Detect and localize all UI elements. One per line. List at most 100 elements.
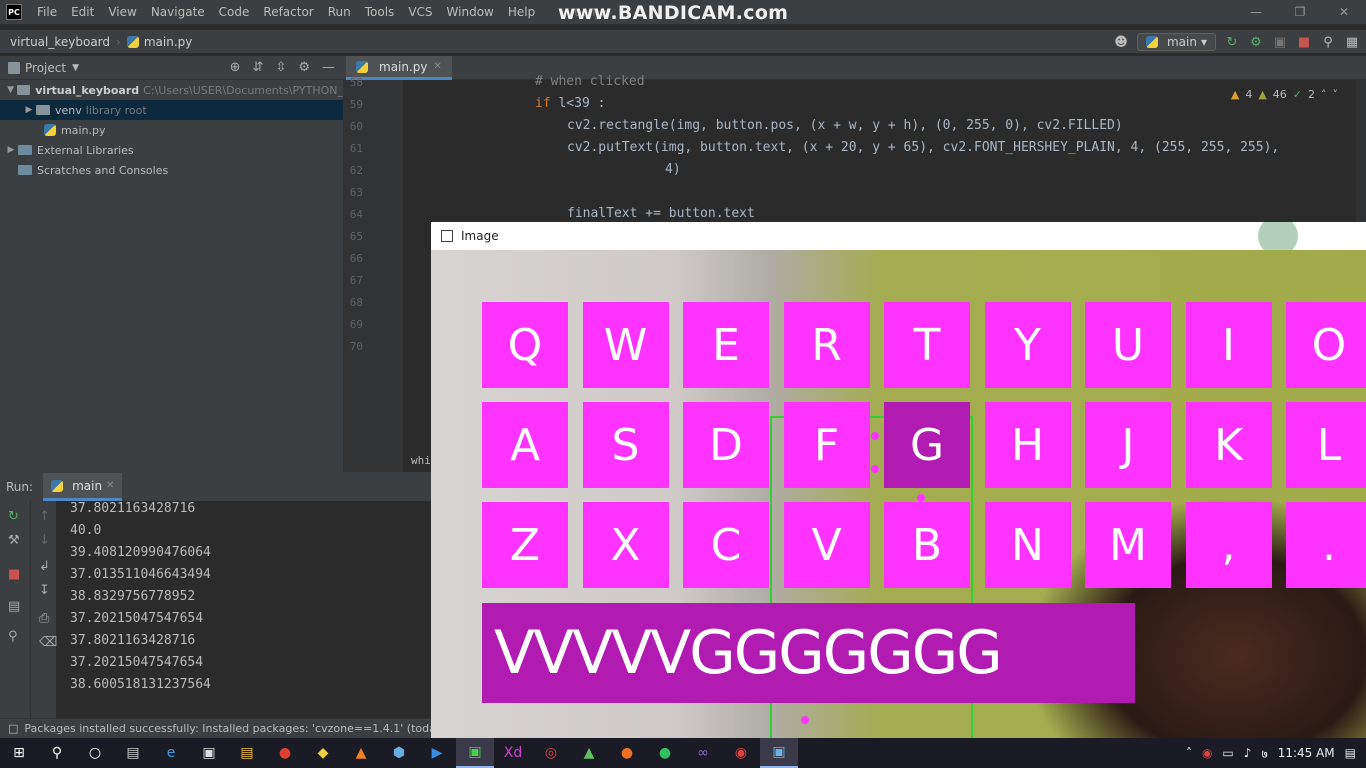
windows-start-icon[interactable]: ⊞: [0, 738, 38, 768]
wrench-icon[interactable]: ⚒: [8, 533, 20, 548]
close-icon[interactable]: ✕: [1322, 0, 1366, 24]
menu-tools[interactable]: Tools: [358, 5, 402, 19]
menu-run[interactable]: Run: [321, 5, 358, 19]
record-icon[interactable]: ◎: [532, 738, 570, 768]
visual-studio-icon[interactable]: ∞: [684, 738, 722, 768]
arrow-up-icon[interactable]: ↑: [39, 509, 50, 524]
key-w[interactable]: W: [582, 302, 669, 388]
coverage-icon[interactable]: ▣: [1272, 34, 1288, 50]
firefox-icon[interactable]: ●: [608, 738, 646, 768]
key-c[interactable]: C: [683, 502, 769, 588]
key-r[interactable]: R: [783, 302, 870, 388]
edge-icon[interactable]: e: [152, 738, 190, 768]
menu-window[interactable]: Window: [440, 5, 501, 19]
hide-icon[interactable]: —: [322, 60, 335, 75]
breadcrumb-file[interactable]: main.py: [144, 35, 199, 49]
file-explorer-icon[interactable]: ▤: [228, 738, 266, 768]
menu-code[interactable]: Code: [212, 5, 257, 19]
key-b[interactable]: B: [884, 502, 970, 588]
menu-file[interactable]: File: [30, 5, 64, 19]
key-n[interactable]: N: [984, 502, 1071, 588]
pin-icon[interactable]: ⚲: [8, 629, 18, 644]
tree-item-scratches[interactable]: Scratches and Consoles: [0, 160, 343, 180]
volume-icon[interactable]: ♪: [1244, 746, 1252, 760]
search-icon[interactable]: ⚲: [1320, 34, 1336, 50]
scroll-to-end-icon[interactable]: ↧: [39, 583, 50, 598]
key-a[interactable]: A: [482, 402, 568, 488]
run-config-select[interactable]: main ▾: [1136, 33, 1216, 51]
chevron-up-icon[interactable]: ˄: [1186, 746, 1192, 760]
android-studio-icon[interactable]: ▲: [570, 738, 608, 768]
restore-icon[interactable]: ❐: [1278, 0, 1322, 24]
tree-item-external-libraries[interactable]: ▶ External Libraries: [0, 140, 343, 160]
notification-icon[interactable]: ▤: [1345, 746, 1356, 760]
gear-icon[interactable]: ⚙: [298, 60, 310, 75]
key-y[interactable]: Y: [984, 302, 1071, 388]
task-view-icon[interactable]: ▤: [114, 738, 152, 768]
battery-icon[interactable]: ▭: [1222, 746, 1233, 760]
event-log-icon[interactable]: □: [8, 722, 18, 735]
project-panel-title[interactable]: Project: [25, 61, 66, 75]
chevron-up-icon[interactable]: ˄: [1321, 88, 1327, 101]
minimize-icon[interactable]: —: [1234, 0, 1278, 24]
key-period[interactable]: .: [1286, 502, 1366, 588]
key-f[interactable]: F: [783, 402, 870, 488]
close-tab-icon[interactable]: ✕: [434, 61, 442, 72]
key-h[interactable]: H: [984, 402, 1071, 488]
tree-item-main-py[interactable]: main.py: [0, 120, 343, 140]
xd-icon[interactable]: Xd: [494, 738, 532, 768]
locate-icon[interactable]: ⊕: [230, 60, 241, 75]
app-icon[interactable]: ◆: [304, 738, 342, 768]
close-tab-icon[interactable]: ✕: [106, 480, 114, 491]
tree-item-venv[interactable]: ▶ venv library root: [0, 100, 343, 120]
vlc-icon[interactable]: ▲: [342, 738, 380, 768]
pycharm-icon[interactable]: ▣: [456, 738, 494, 768]
key-s[interactable]: S: [582, 402, 669, 488]
spotify-icon[interactable]: ●: [646, 738, 684, 768]
key-m[interactable]: M: [1085, 502, 1171, 588]
key-k[interactable]: K: [1185, 402, 1272, 488]
cortana-icon[interactable]: ○: [76, 738, 114, 768]
menu-navigate[interactable]: Navigate: [144, 5, 212, 19]
debug-icon[interactable]: ⚙: [1248, 34, 1264, 50]
key-o[interactable]: O: [1286, 302, 1366, 388]
breadcrumb-project[interactable]: virtual_keyboard: [0, 35, 116, 49]
key-i[interactable]: I: [1185, 302, 1272, 388]
app-cube-icon[interactable]: ⬢: [380, 738, 418, 768]
chevron-down-icon[interactable]: ▼: [72, 63, 79, 73]
trash-icon[interactable]: ⌫: [39, 635, 57, 650]
chrome-icon[interactable]: ●: [266, 738, 304, 768]
store-icon[interactable]: ▣: [190, 738, 228, 768]
tree-item-project-root[interactable]: ▼ virtual_keyboard C:\Users\USER\Documen…: [0, 80, 343, 100]
menu-vcs[interactable]: VCS: [401, 5, 439, 19]
arrow-down-icon[interactable]: ↓: [39, 533, 50, 548]
rerun-icon[interactable]: ↻: [8, 509, 19, 524]
chevron-down-icon[interactable]: ˅: [1333, 88, 1339, 101]
ide-settings-icon[interactable]: ▦: [1344, 34, 1360, 50]
key-x[interactable]: X: [582, 502, 669, 588]
key-e[interactable]: E: [683, 302, 769, 388]
stop-icon[interactable]: ■: [8, 567, 20, 582]
key-q[interactable]: Q: [482, 302, 568, 388]
key-l[interactable]: L: [1286, 402, 1366, 488]
key-t[interactable]: T: [884, 302, 970, 388]
menu-refactor[interactable]: Refactor: [256, 5, 320, 19]
record-tray-icon[interactable]: ◉: [1202, 746, 1212, 760]
rerun-icon[interactable]: ↻: [1224, 34, 1240, 50]
clock-time[interactable]: 11:45 AM: [1278, 746, 1335, 760]
key-d[interactable]: D: [683, 402, 769, 488]
menu-edit[interactable]: Edit: [64, 5, 101, 19]
menu-help[interactable]: Help: [501, 5, 542, 19]
run-tab-main[interactable]: main ✕: [43, 473, 123, 501]
stop-icon[interactable]: ■: [1296, 34, 1312, 50]
menu-view[interactable]: View: [101, 5, 143, 19]
key-g[interactable]: G: [884, 402, 970, 488]
print-icon[interactable]: ⎙: [39, 611, 49, 626]
collapse-all-icon[interactable]: ⇳: [275, 60, 286, 75]
user-icon[interactable]: ☻: [1113, 34, 1129, 50]
key-j[interactable]: J: [1085, 402, 1171, 488]
layout-icon[interactable]: ▤: [8, 599, 20, 614]
search-icon[interactable]: ⚲: [38, 738, 76, 768]
key-comma[interactable]: ,: [1185, 502, 1272, 588]
key-v[interactable]: V: [783, 502, 870, 588]
